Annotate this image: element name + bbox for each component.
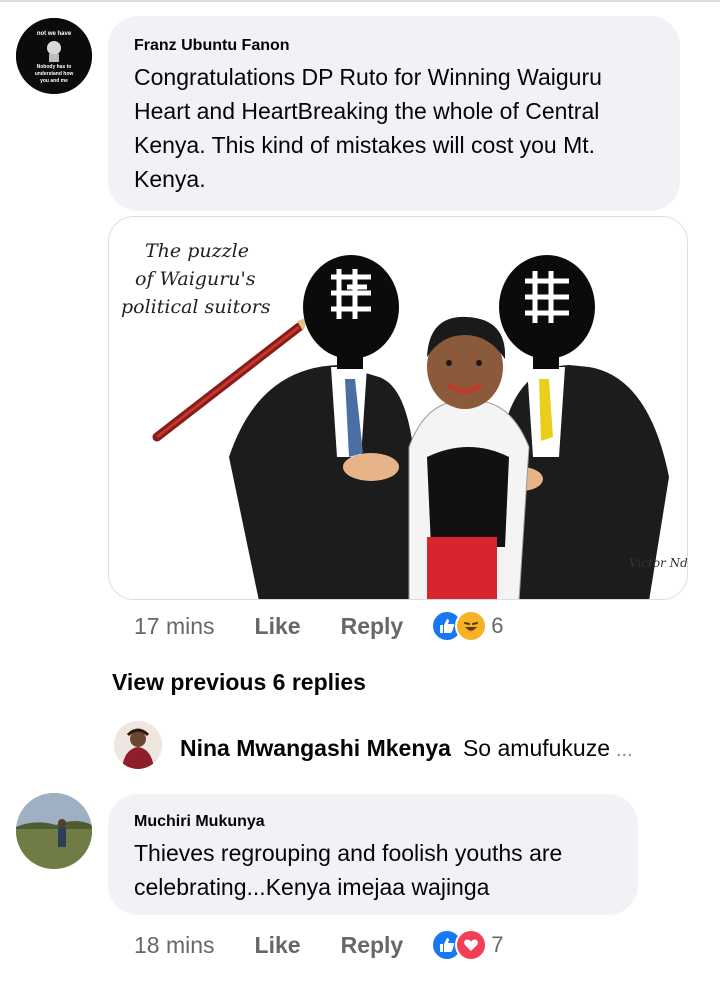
comment-author[interactable]: Muchiri Mukunya [134, 812, 612, 832]
cartoonist-signature: Victor Ndula [629, 556, 688, 570]
avatar-image: not we have Nobody has to understand how… [16, 18, 92, 94]
svg-text:you and me: you and me [40, 78, 68, 84]
comment-text: Congratulations DP Ruto for Winning Waig… [134, 64, 602, 192]
comment-timestamp[interactable]: 17 mins [134, 613, 215, 640]
like-button[interactable]: Like [255, 932, 301, 959]
svg-text:not we have: not we have [37, 31, 72, 37]
like-button[interactable]: Like [255, 613, 301, 640]
avatar[interactable] [16, 793, 92, 869]
love-icon [455, 929, 488, 961]
cartoon-caption-line: political suitors [121, 296, 271, 318]
reply-text: So amufukuze [462, 735, 610, 761]
cartoon-caption-line: of Waiguru's [135, 268, 256, 290]
reaction-count: 6 [491, 613, 504, 638]
haha-icon [455, 610, 488, 642]
comment-actions: 18 mins Like Reply 7 [134, 928, 503, 962]
reaction-summary[interactable]: 6 [431, 610, 503, 642]
avatar-image [16, 793, 92, 869]
reply-author[interactable]: Nina Mwangashi Mkenya [180, 735, 451, 761]
avatar[interactable] [114, 721, 162, 769]
avatar[interactable]: not we have Nobody has to understand how… [16, 18, 92, 94]
comment-bubble: Muchiri Mukunya Thieves regrouping and f… [108, 794, 638, 915]
reply-ellipsis: ... [616, 739, 633, 761]
reaction-summary[interactable]: 7 [431, 929, 503, 961]
comment-author[interactable]: Franz Ubuntu Fanon [134, 36, 654, 56]
reply-button[interactable]: Reply [341, 932, 404, 959]
comment-text: Thieves regrouping and foolish youths ar… [134, 840, 563, 900]
svg-text:understand how: understand how [35, 71, 74, 77]
avatar-image [114, 721, 162, 769]
reply-button[interactable]: Reply [341, 613, 404, 640]
top-divider [0, 0, 720, 2]
comment-bubble: Franz Ubuntu Fanon Congratulations DP Ru… [108, 16, 680, 211]
cartoon-caption-line: The puzzle [145, 240, 249, 262]
comment-actions: 17 mins Like Reply 6 [134, 609, 503, 643]
cartoon-illustration: The puzzle of Waiguru's political suitor… [109, 217, 688, 599]
view-previous-replies-link[interactable]: View previous 6 replies [112, 669, 366, 696]
comment-timestamp[interactable]: 18 mins [134, 932, 215, 959]
svg-text:Nobody has to: Nobody has to [37, 64, 72, 70]
reaction-count: 7 [491, 932, 504, 957]
reply-preview[interactable]: Nina Mwangashi Mkenya So amufukuze... [180, 735, 680, 762]
comment-image[interactable]: The puzzle of Waiguru's political suitor… [108, 216, 688, 600]
